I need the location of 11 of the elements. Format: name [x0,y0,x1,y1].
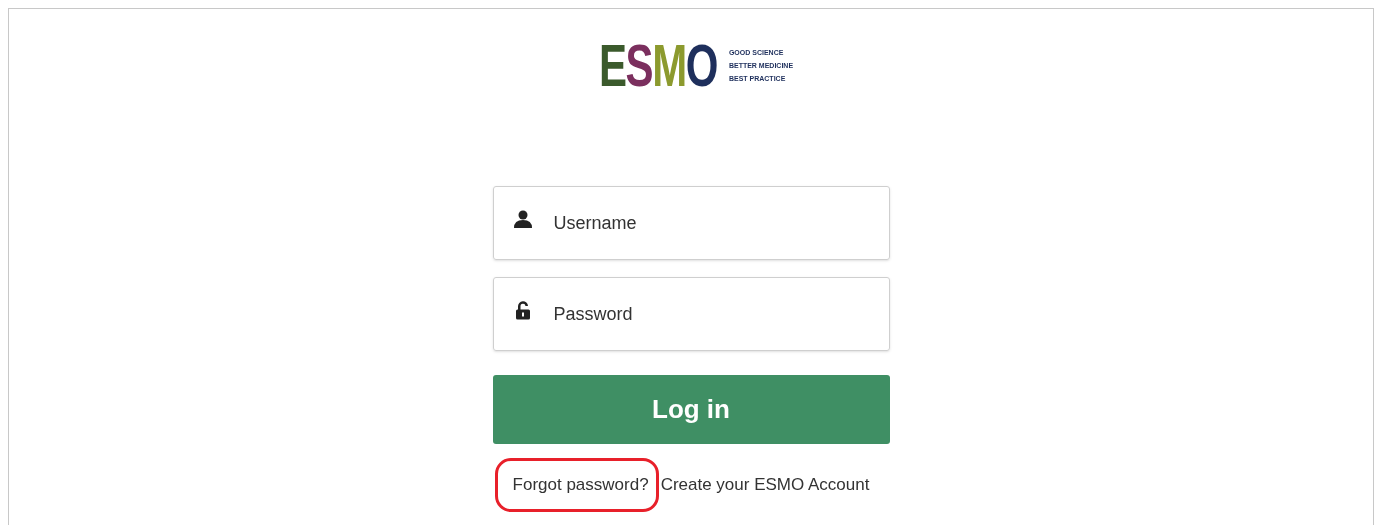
link[interactable]: Create your ESMO Account [660,472,870,498]
username-field[interactable]: Username [492,186,890,260]
login-button[interactable]: Log in [492,375,890,444]
logo-letter: E [598,39,626,93]
user-icon [512,210,533,228]
link[interactable]: Forgot password? [512,475,649,494]
logo-letter: O [685,39,717,93]
password-field[interactable]: Password [492,277,890,351]
lock-icon [514,301,531,320]
logo-letter: M [652,39,686,93]
logo-letter: S [625,39,653,93]
